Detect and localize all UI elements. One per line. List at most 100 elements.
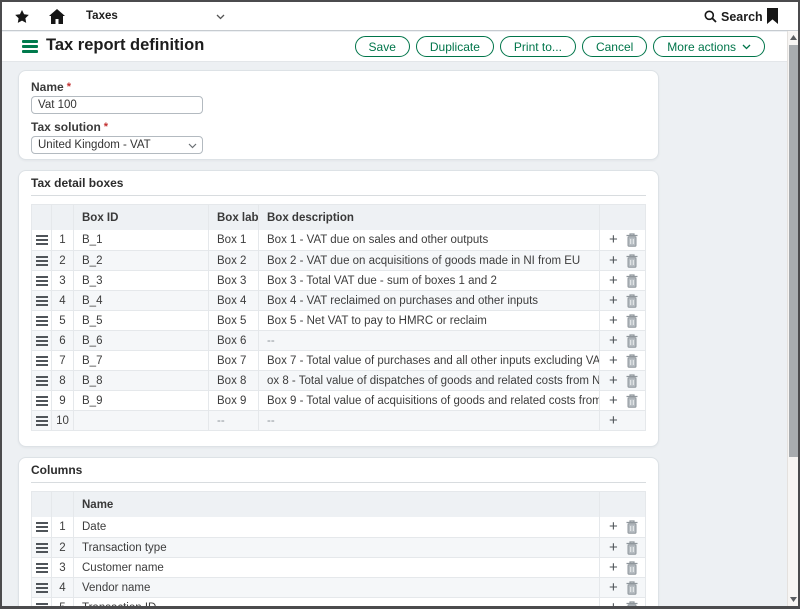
add-row-icon[interactable]: + [609,354,618,368]
drag-handle[interactable] [32,558,52,577]
add-row-icon[interactable]: + [609,541,618,555]
column-name-cell[interactable]: Date [74,517,600,537]
add-row-icon[interactable]: + [609,414,618,428]
box-description-cell[interactable]: Box 2 - VAT due on acquisitions of goods… [259,251,600,270]
column-name-cell[interactable]: Customer name [74,558,600,577]
trash-icon[interactable] [626,601,638,609]
box-description-cell[interactable]: Box 4 - VAT reclaimed on purchases and o… [259,291,600,310]
scroll-down-arrow-icon[interactable] [790,597,797,602]
box-label-cell[interactable]: Box 6 [209,331,259,350]
add-row-icon[interactable]: + [609,394,618,408]
record-list-icon[interactable] [22,40,38,53]
trash-icon[interactable] [626,254,638,268]
box-id-cell[interactable] [74,411,209,430]
trash-icon[interactable] [626,561,638,575]
add-row-icon[interactable]: + [609,314,618,328]
drag-handle[interactable] [32,291,52,310]
home-icon[interactable] [49,9,65,24]
box-label-cell[interactable]: Box 8 [209,371,259,390]
tax-solution-select[interactable]: United Kingdom - VAT [31,136,203,154]
trash-icon[interactable] [626,541,638,555]
drag-handle[interactable] [32,371,52,390]
drag-handle[interactable] [32,311,52,330]
box-description-cell[interactable]: Box 5 - Net VAT to pay to HMRC or reclai… [259,311,600,330]
drag-handle[interactable] [32,251,52,270]
add-row-icon[interactable]: + [609,254,618,268]
scroll-up-arrow-icon[interactable] [790,35,797,40]
drag-handle[interactable] [32,598,52,609]
add-row-icon[interactable]: + [609,274,618,288]
trash-icon[interactable] [626,274,638,288]
drag-handle[interactable] [32,517,52,537]
drag-handle[interactable] [32,230,52,250]
nav-menu-taxes[interactable]: Taxes [86,10,118,22]
box-id-cell[interactable]: B_8 [74,371,209,390]
vertical-scrollbar[interactable] [787,31,798,606]
trash-icon[interactable] [626,394,638,408]
trash-icon[interactable] [626,581,638,595]
box-label-cell[interactable]: Box 1 [209,230,259,250]
drag-handle[interactable] [32,578,52,597]
box-description-cell[interactable]: Box 9 - Total value of acquisitions of g… [259,391,600,410]
drag-handle[interactable] [32,271,52,290]
box-label-cell[interactable]: Box 4 [209,291,259,310]
drag-handle[interactable] [32,351,52,370]
name-input[interactable] [31,96,203,114]
column-name-cell[interactable]: Transaction type [74,538,600,557]
trash-icon[interactable] [626,354,638,368]
box-description-cell[interactable]: Box 1 - VAT due on sales and other outpu… [259,230,600,250]
add-row-icon[interactable]: + [609,561,618,575]
box-description-cell[interactable]: Box 7 - Total value of purchases and all… [259,351,600,370]
add-row-icon[interactable]: + [609,601,618,609]
box-id-cell[interactable]: B_9 [74,391,209,410]
box-id-cell[interactable]: B_3 [74,271,209,290]
save-button[interactable]: Save [355,36,410,57]
trash-icon[interactable] [626,334,638,348]
drag-handle[interactable] [32,331,52,350]
box-description-cell[interactable]: -- [259,331,600,350]
trash-icon[interactable] [626,314,638,328]
duplicate-button[interactable]: Duplicate [416,36,494,57]
box-label-cell[interactable]: Box 5 [209,311,259,330]
trash-icon[interactable] [626,233,638,247]
box-label-cell[interactable]: -- [209,411,259,430]
box-id-cell[interactable]: B_4 [74,291,209,310]
box-label-cell[interactable]: Box 7 [209,351,259,370]
drag-handle[interactable] [32,411,52,430]
drag-handle[interactable] [32,538,52,557]
box-id-cell[interactable]: B_1 [74,230,209,250]
box-label-cell[interactable]: Box 3 [209,271,259,290]
add-row-icon[interactable]: + [609,520,618,534]
search-label[interactable]: Search [721,10,763,24]
column-name-cell[interactable]: Transaction ID [74,598,600,609]
cancel-button[interactable]: Cancel [582,36,647,57]
drag-handle[interactable] [32,391,52,410]
box-id-cell[interactable]: B_6 [74,331,209,350]
add-row-icon[interactable]: + [609,334,618,348]
box-description-cell[interactable]: Box 3 - Total VAT due - sum of boxes 1 a… [259,271,600,290]
more-actions-button[interactable]: More actions [653,36,765,57]
add-row-icon[interactable]: + [609,581,618,595]
favorite-star-icon[interactable] [15,10,29,23]
add-row-icon[interactable]: + [609,233,618,247]
trash-icon[interactable] [626,374,638,388]
box-id-cell[interactable]: B_7 [74,351,209,370]
trash-icon[interactable] [626,520,638,534]
scrollbar-thumb[interactable] [789,45,798,457]
row-number: 4 [52,578,74,597]
box-id-cell[interactable]: B_2 [74,251,209,270]
add-row-icon[interactable]: + [609,294,618,308]
print-to-button[interactable]: Print to... [500,36,576,57]
box-description-cell[interactable]: -- [259,411,600,430]
box-label-cell[interactable]: Box 9 [209,391,259,410]
nav-chevron-down-icon[interactable] [216,14,225,20]
trash-icon[interactable] [626,294,638,308]
search-icon[interactable] [704,10,717,23]
box-description-cell[interactable]: ox 8 - Total value of dispatches of good… [259,371,600,390]
tax-detail-row: 4B_4Box 4Box 4 - VAT reclaimed on purcha… [32,290,645,310]
box-label-cell[interactable]: Box 2 [209,251,259,270]
bookmark-icon[interactable] [767,8,778,24]
box-id-cell[interactable]: B_5 [74,311,209,330]
column-name-cell[interactable]: Vendor name [74,578,600,597]
add-row-icon[interactable]: + [609,374,618,388]
